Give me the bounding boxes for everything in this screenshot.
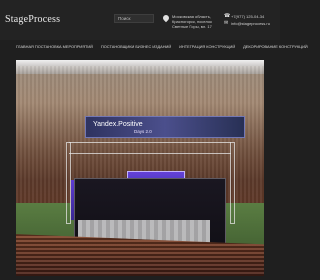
stage-banner: Yandex.Positive Days 2.0 — [85, 116, 245, 138]
company-address: Московская область, Красногорск, поселок… — [172, 14, 212, 30]
brand-logo[interactable]: StageProcess — [5, 14, 60, 25]
nav-item-decor[interactable]: ДЕКОРИРОВАНИЕ КОНСТРУКЦИЙ — [243, 42, 308, 52]
nav-item-integration[interactable]: ИНТЕГРАЦИЯ КОНСТРУКЦИЙ — [179, 42, 235, 52]
search-label: Поиск — [118, 16, 131, 21]
nav-item-business[interactable]: ПОСТАНОВЩИКИ БИЗНЕС ИЗДАНИЙ — [101, 42, 171, 52]
nav-item-events[interactable]: ГЛАВНАЯ ПОСТАНОВКА МЕРОПРИЯТИЙ — [16, 42, 93, 52]
top-bar: StageProcess Поиск Московская область, К… — [0, 0, 280, 40]
phone-number[interactable]: +7(977) 125-04-34 — [231, 14, 264, 19]
hero-image: Yandex.Positive Days 2.0 — [16, 60, 264, 276]
email-link[interactable]: info@stageprocess.ru — [231, 21, 270, 26]
phone-icon: ☎ — [224, 13, 231, 19]
stage-banner-subtitle: Days 2.0 — [134, 129, 152, 134]
main-navigation: ГЛАВНАЯ ПОСТАНОВКА МЕРОПРИЯТИЙ ПОСТАНОВЩ… — [16, 42, 308, 52]
truss-top — [69, 142, 231, 154]
stage-banner-title: Yandex.Positive — [93, 121, 143, 128]
email-icon: ✉ — [224, 20, 229, 26]
truss-right — [230, 142, 235, 224]
search-box[interactable]: Поиск — [114, 14, 154, 23]
map-pin-icon — [161, 13, 171, 23]
